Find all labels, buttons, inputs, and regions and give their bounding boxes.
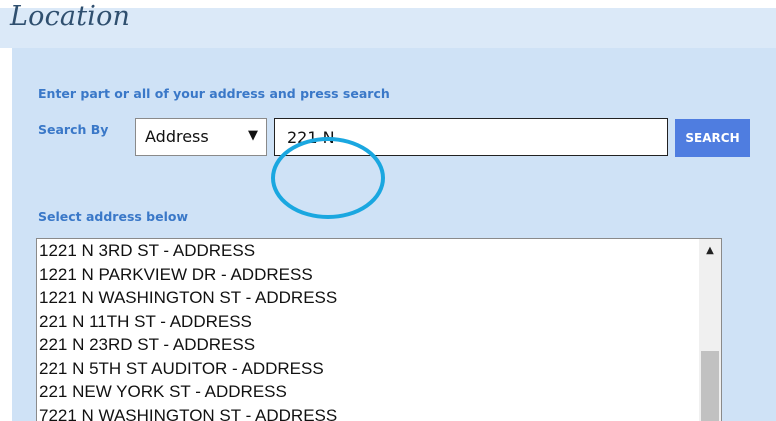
search-button[interactable]: SEARCH	[675, 119, 750, 157]
address-list: 1221 N 3RD ST - ADDRESS 1221 N PARKVIEW …	[37, 239, 701, 421]
list-item[interactable]: 221 N 11TH ST - ADDRESS	[37, 310, 701, 334]
search-panel: Enter part or all of your address and pr…	[12, 48, 776, 421]
search-input[interactable]	[274, 118, 668, 156]
search-by-label: Search By	[38, 122, 109, 137]
scrollbar-thumb[interactable]	[701, 351, 719, 421]
search-by-selected-value: Address	[145, 127, 209, 146]
select-address-label: Select address below	[38, 209, 189, 224]
chevron-down-icon: ▼	[248, 128, 258, 143]
list-item[interactable]: 1221 N 3RD ST - ADDRESS	[37, 239, 701, 263]
scroll-up-arrow-icon[interactable]: ▲	[699, 239, 721, 261]
page: Location Enter part or all of your addre…	[0, 0, 776, 421]
list-item[interactable]: 1221 N WASHINGTON ST - ADDRESS	[37, 286, 701, 310]
listbox-scrollbar[interactable]: ▲	[699, 239, 721, 421]
list-item[interactable]: 221 NEW YORK ST - ADDRESS	[37, 380, 701, 404]
list-item[interactable]: 221 N 5TH ST AUDITOR - ADDRESS	[37, 357, 701, 381]
list-item[interactable]: 221 N 23RD ST - ADDRESS	[37, 333, 701, 357]
header: Location	[0, 0, 776, 48]
list-item[interactable]: 7221 N WASHINGTON ST - ADDRESS	[37, 404, 701, 421]
page-title: Location	[10, 1, 131, 32]
list-item[interactable]: 1221 N PARKVIEW DR - ADDRESS	[37, 263, 701, 287]
search-by-select[interactable]: Address ▼	[135, 118, 267, 156]
instruction-text: Enter part or all of your address and pr…	[38, 86, 390, 101]
address-listbox[interactable]: 1221 N 3RD ST - ADDRESS 1221 N PARKVIEW …	[36, 238, 722, 421]
